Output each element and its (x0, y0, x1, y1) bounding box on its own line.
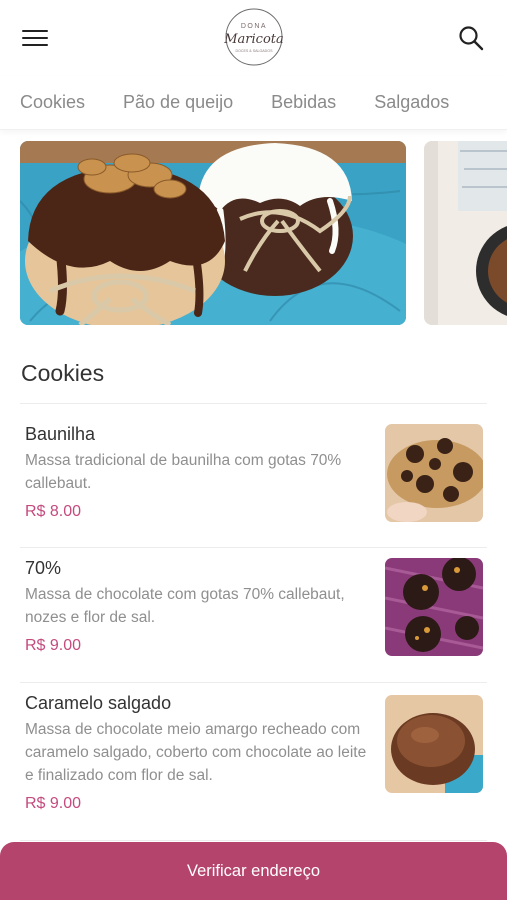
section-title-cookies: Cookies (21, 360, 105, 386)
product-item-70[interactable]: 70% Massa de chocolate com gotas 70% cal… (20, 548, 487, 683)
product-price: R$ 8.00 (25, 503, 82, 520)
svg-text:DONA: DONA (240, 23, 266, 30)
search-icon[interactable] (457, 24, 485, 52)
product-item-baunilha[interactable]: Baunilha Massa tradicional de baunilha c… (20, 404, 487, 548)
hamburger-icon[interactable] (22, 27, 48, 49)
category-tabs: Cookies Pão de queijo Bebidas Salgados (0, 76, 507, 130)
product-price: R$ 9.00 (25, 637, 82, 654)
banner-carousel[interactable] (20, 141, 507, 326)
banner-slide-cookies[interactable] (20, 141, 406, 325)
banner-slide-drinks[interactable] (424, 141, 507, 325)
product-image (385, 424, 483, 522)
product-name: Caramelo salgado (25, 693, 172, 713)
product-description: Massa de chocolate com gotas 70% calleba… (25, 586, 345, 626)
tab-salgados[interactable]: Salgados (374, 92, 449, 113)
tab-cookies[interactable]: Cookies (20, 92, 85, 113)
product-description: Massa de chocolate meio amargo recheado … (25, 721, 367, 784)
product-price: R$ 9.00 (25, 795, 82, 812)
verify-address-button[interactable]: Verificar endereço (0, 842, 507, 900)
product-name: 70% (25, 558, 62, 578)
product-image (385, 695, 483, 793)
product-image (385, 558, 483, 656)
tab-bebidas[interactable]: Bebidas (271, 92, 336, 113)
product-description: Massa tradicional de baunilha com gotas … (25, 452, 342, 492)
product-item-caramelo-salgado[interactable]: Caramelo salgado Massa de chocolate meio… (20, 683, 487, 841)
tab-pao-de-queijo[interactable]: Pão de queijo (123, 92, 233, 113)
product-name: Baunilha (25, 424, 96, 444)
svg-text:Maricota: Maricota (223, 32, 284, 47)
brand-logo[interactable]: DONA Maricota DOCES & SALGADOS (216, 6, 292, 68)
svg-text:DOCES & SALGADOS: DOCES & SALGADOS (235, 49, 273, 53)
product-list: Baunilha Massa tradicional de baunilha c… (20, 404, 487, 841)
app-header: DONA Maricota DOCES & SALGADOS (0, 0, 507, 76)
